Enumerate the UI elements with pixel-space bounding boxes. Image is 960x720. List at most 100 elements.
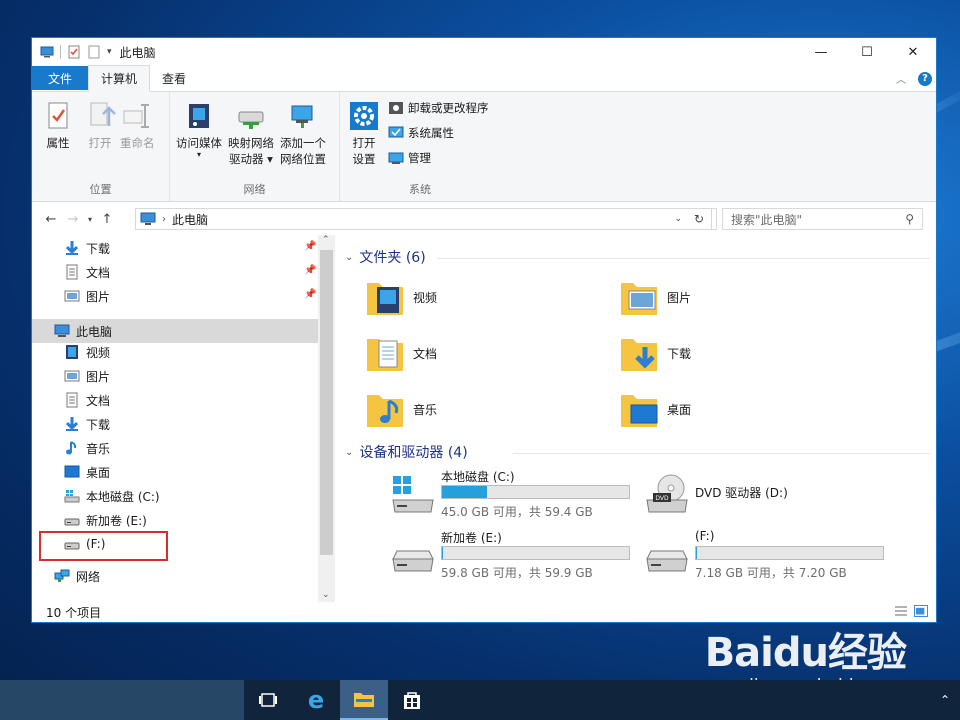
ribbon: 属性 打开 重命名 位置 访问媒体 ▾ 映射网络 驱动器 ▾ 添加一个 网络位置…	[32, 92, 936, 202]
network-icon	[54, 569, 70, 582]
drive-item-f[interactable]: (F:) 7.18 GB 可用，共 7.20 GB	[643, 529, 893, 581]
maximize-button[interactable]: ☐	[844, 38, 890, 66]
dvd-drive-icon: DVD	[646, 474, 688, 513]
properties-icon	[48, 102, 68, 129]
highlight-box	[39, 531, 168, 561]
nav-label: 此电脑	[76, 324, 113, 339]
access-media-button[interactable]: 访问媒体 ▾	[176, 100, 222, 159]
recent-locations-icon[interactable]: ▾	[84, 215, 96, 224]
properties-button[interactable]: 属性	[42, 100, 74, 151]
folder-item-desktop[interactable]: 桌面	[619, 387, 691, 431]
drive-usage-fill	[442, 547, 444, 559]
system-tray-chevron-icon[interactable]: ⌃	[930, 680, 960, 720]
new-folder-icon[interactable]	[87, 45, 101, 59]
drive-icon	[646, 550, 688, 572]
uninstall-button[interactable]: 卸载或更改程序	[388, 100, 489, 116]
drive-name: 本地磁盘 (C:)	[441, 470, 515, 484]
rename-button[interactable]: 重命名	[120, 100, 155, 151]
add-location-label: 添加一个	[280, 136, 326, 150]
nav-item-drive-e[interactable]: 新加卷 (E:)	[64, 509, 147, 531]
folder-item-documents[interactable]: 文档	[365, 331, 437, 375]
forward-icon[interactable]: →	[62, 212, 84, 227]
tab-view[interactable]: 查看	[150, 65, 198, 91]
scroll-down-icon[interactable]: ⌄	[322, 590, 330, 600]
map-drive-label: 映射网络	[228, 136, 274, 150]
minimize-button[interactable]: —	[798, 38, 844, 66]
manage-button[interactable]: 管理	[388, 150, 431, 166]
drive-item-c[interactable]: 本地磁盘 (C:) 45.0 GB 可用，共 59.4 GB	[389, 468, 639, 520]
nav-item-this-pc[interactable]: 此电脑	[54, 320, 112, 342]
media-icon	[189, 104, 209, 128]
store-button[interactable]	[388, 680, 436, 720]
close-button[interactable]: ✕	[890, 38, 936, 66]
nav-item-pictures-quick[interactable]: 图片	[64, 285, 110, 307]
map-drive-label-2: 驱动器 ▾	[229, 152, 273, 166]
nav-label: 网络	[76, 569, 101, 584]
taskbar-search[interactable]	[0, 680, 244, 720]
scroll-up-icon[interactable]: ⌃	[322, 235, 330, 245]
drive-item-d[interactable]: DVD DVD 驱动器 (D:)	[643, 468, 893, 520]
address-bar[interactable]: › 此电脑 ⌄	[135, 208, 717, 230]
tab-file[interactable]: 文件	[32, 66, 88, 90]
pin-icon[interactable]: 📌	[304, 241, 316, 252]
title-bar[interactable]: ▾ 此电脑 — ☐ ✕	[32, 38, 936, 66]
nav-scrollbar[interactable]: ⌃ ⌄	[318, 235, 335, 602]
system-properties-button[interactable]: 系统属性	[388, 125, 454, 141]
map-drive-button[interactable]: 映射网络 驱动器 ▾	[228, 100, 274, 167]
open-button[interactable]: 打开	[84, 100, 116, 151]
uninstall-icon	[389, 102, 403, 114]
nav-item-drive-c[interactable]: 本地磁盘 (C:)	[64, 485, 160, 507]
nav-label: 桌面	[86, 465, 111, 480]
properties-icon[interactable]	[67, 45, 81, 59]
computer-icon	[54, 324, 70, 337]
nav-item-downloads-quick[interactable]: 下载	[64, 237, 110, 259]
address-path: 此电脑	[172, 212, 209, 227]
chevron-down-icon: ⌄	[345, 251, 354, 263]
collapse-ribbon-icon[interactable]: ︿	[896, 71, 906, 86]
chevron-right-icon[interactable]: ›	[162, 214, 166, 225]
open-settings-label-2: 设置	[352, 152, 376, 166]
help-icon[interactable]: ?	[918, 71, 932, 86]
folder-label: 图片	[667, 290, 692, 305]
chevron-down-icon: ⌄	[345, 446, 354, 458]
add-network-location-button[interactable]: 添加一个 网络位置	[280, 100, 326, 167]
folder-item-pictures[interactable]: 图片	[619, 275, 691, 319]
folder-item-music[interactable]: 音乐	[365, 387, 437, 431]
search-input[interactable]: 搜索"此电脑" ⚲	[722, 208, 923, 230]
chevron-down-icon[interactable]: ▾	[107, 47, 112, 57]
edge-button[interactable]: e	[292, 680, 340, 720]
section-title: 设备和驱动器 (4)	[359, 445, 468, 461]
scroll-thumb[interactable]	[320, 250, 333, 555]
drives-section-header[interactable]: ⌄ 设备和驱动器 (4)	[345, 442, 468, 462]
video-folder-icon	[367, 283, 403, 315]
group-label: 系统	[409, 183, 431, 196]
tab-computer[interactable]: 计算机	[88, 65, 151, 92]
ribbon-tabs: 文件 计算机 查看 ︿ ?	[32, 65, 936, 92]
details-view-icon[interactable]	[894, 605, 908, 617]
nav-item-downloads[interactable]: 下载	[64, 413, 110, 435]
address-dropdown-icon[interactable]: ⌄	[674, 214, 682, 224]
nav-item-videos[interactable]: 视频	[64, 341, 110, 363]
large-icons-view-icon[interactable]	[914, 605, 928, 617]
folder-item-videos[interactable]: 视频	[365, 275, 437, 319]
desktop-icon	[64, 465, 80, 478]
nav-item-documents-quick[interactable]: 文档	[64, 261, 110, 283]
back-icon[interactable]: ←	[40, 212, 62, 227]
file-explorer-button[interactable]	[340, 680, 388, 720]
nav-item-network[interactable]: 网络	[54, 565, 100, 587]
nav-item-documents[interactable]: 文档	[64, 389, 110, 411]
refresh-icon[interactable]: ↻	[687, 208, 712, 230]
drive-free-space: 7.18 GB 可用，共 7.20 GB	[695, 566, 847, 580]
task-view-button[interactable]	[244, 680, 292, 720]
nav-item-desktop[interactable]: 桌面	[64, 461, 110, 483]
nav-item-pictures[interactable]: 图片	[64, 365, 110, 387]
up-icon[interactable]: ↑	[96, 212, 118, 227]
folders-section-header[interactable]: ⌄ 文件夹 (6)	[345, 247, 426, 267]
open-settings-button[interactable]: 打开 设置	[348, 100, 380, 167]
drive-item-e[interactable]: 新加卷 (E:) 59.8 GB 可用，共 59.9 GB	[389, 529, 639, 581]
pin-icon[interactable]: 📌	[304, 265, 316, 276]
nav-item-music[interactable]: 音乐	[64, 437, 110, 459]
pin-icon[interactable]: 📌	[304, 289, 316, 300]
folder-item-downloads[interactable]: 下载	[619, 331, 691, 375]
computer-icon	[140, 212, 156, 225]
